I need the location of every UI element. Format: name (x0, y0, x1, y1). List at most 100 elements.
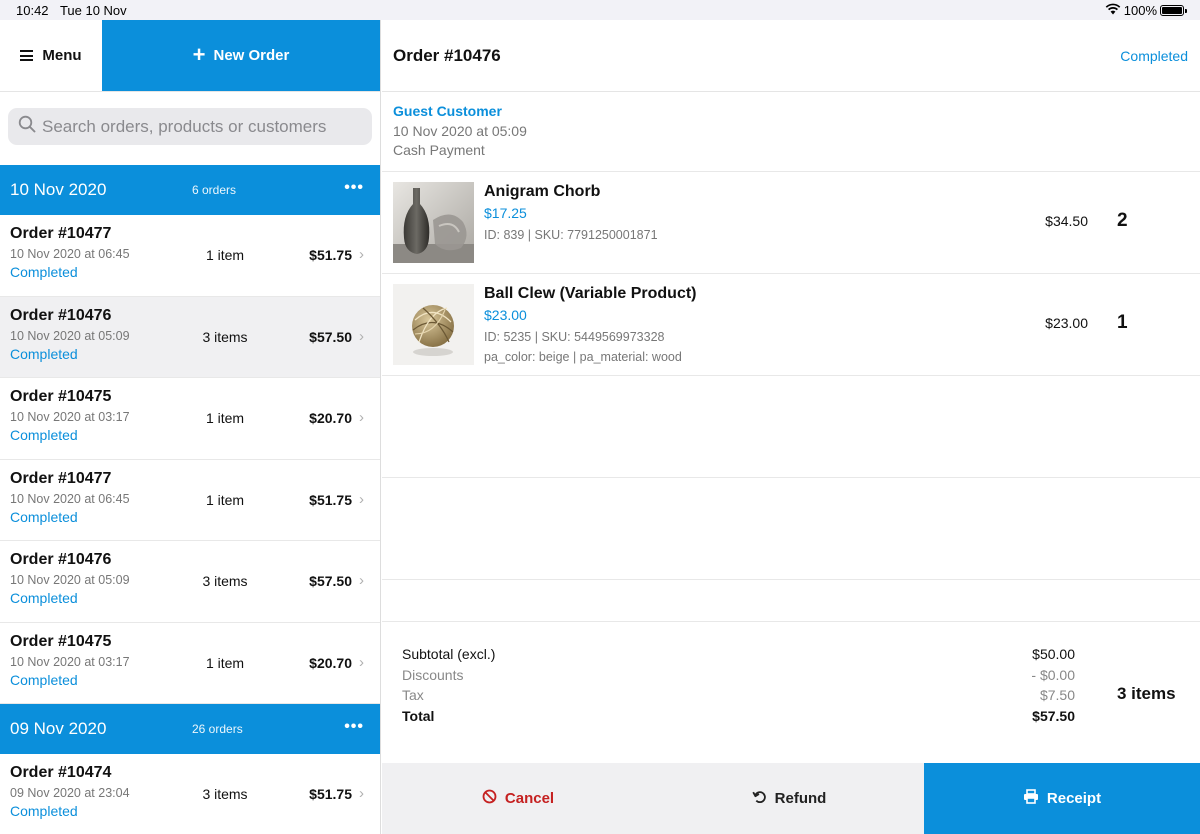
chevron-right-icon: › (359, 246, 364, 263)
order-status-link[interactable]: Completed (1120, 48, 1188, 64)
product-name: Ball Clew (Variable Product) (484, 285, 697, 302)
orders-sidebar: Menu + New Order 10 Nov 2020 6 orders ••… (0, 20, 381, 834)
chevron-right-icon: › (359, 653, 364, 671)
total-label: Total (402, 707, 435, 724)
date-group-header[interactable]: 10 Nov 2020 6 orders ••• (0, 165, 380, 215)
order-date: 10 Nov 2020 at 05:09 (393, 123, 527, 139)
refund-button[interactable]: Refund (654, 763, 924, 834)
order-item-count: 1 item (205, 247, 245, 263)
line-item[interactable]: Ball Clew (Variable Product) $23.00 ID: … (382, 274, 1200, 376)
search-bar[interactable] (8, 108, 372, 145)
new-order-button[interactable]: + New Order (102, 20, 380, 91)
menu-button[interactable]: Menu (0, 20, 102, 91)
search-icon (18, 115, 36, 138)
product-id-sku: ID: 5235 | SKU: 5449569973328 (484, 330, 665, 344)
order-list-item[interactable]: Order #10475 10 Nov 2020 at 03:17 Comple… (0, 378, 380, 460)
order-total: $57.50 (309, 328, 352, 345)
order-item-count: 3 items (202, 328, 248, 345)
order-status: Completed (10, 427, 78, 443)
date-group-header[interactable]: 09 Nov 2020 26 orders ••• (0, 704, 380, 754)
more-options-icon[interactable]: ••• (344, 179, 364, 197)
search-input[interactable] (42, 116, 362, 137)
order-item-count: 3 items (202, 786, 248, 802)
order-total: $57.50 (309, 573, 352, 589)
order-list-item[interactable]: Order #10475 10 Nov 2020 at 03:17 Comple… (0, 623, 380, 704)
cancel-button[interactable]: Cancel (382, 763, 654, 834)
order-item-count: 3 items (202, 573, 248, 589)
wifi-icon (1105, 3, 1121, 18)
printer-icon (1023, 789, 1039, 808)
order-list-item[interactable]: Order #10477 10 Nov 2020 at 06:45 Comple… (0, 460, 380, 541)
product-unit-price: $23.00 (484, 307, 527, 323)
order-status: Completed (10, 345, 78, 362)
receipt-label: Receipt (1046, 790, 1102, 807)
order-totals: Subtotal (excl.) $50.00 Discounts - $0.0… (382, 621, 1200, 763)
discounts-label: Discounts (402, 666, 464, 683)
sidebar-toolbar: Menu + New Order (0, 20, 380, 92)
order-total: $51.75 (309, 491, 352, 508)
order-number: Order #10476 (10, 551, 112, 568)
search-area (0, 92, 380, 165)
empty-row (382, 376, 1200, 478)
menu-label: Menu (42, 47, 82, 64)
order-list-item[interactable]: Order #10477 10 Nov 2020 at 06:45 Comple… (0, 215, 380, 297)
hamburger-icon (20, 50, 34, 61)
order-number: Order #10476 (10, 306, 112, 324)
product-image-vase (393, 182, 474, 263)
cancel-icon (482, 789, 497, 808)
product-unit-price: $17.25 (484, 205, 527, 221)
chevron-right-icon: › (359, 409, 364, 426)
order-title: Order #10476 (393, 45, 501, 65)
customer-info: Guest Customer 10 Nov 2020 at 05:09 Cash… (382, 92, 1200, 172)
order-list-item[interactable]: Order #10476 10 Nov 2020 at 05:09 Comple… (0, 541, 380, 623)
discounts-value: - $0.00 (1031, 666, 1075, 683)
line-total: $23.00 (1045, 315, 1088, 331)
chevron-right-icon: › (359, 785, 364, 802)
subtotal-value: $50.00 (1032, 646, 1075, 662)
tax-label: Tax (402, 687, 424, 703)
total-row: Total $57.50 (402, 706, 1075, 727)
product-name: Anigram Chorb (484, 183, 601, 200)
product-id-sku: ID: 839 | SKU: 7791250001871 (484, 228, 658, 242)
order-status: Completed (10, 264, 78, 280)
undo-icon (752, 789, 767, 808)
status-bar: 10:42 Tue 10 Nov 100% (0, 0, 1200, 20)
line-quantity: 1 (1117, 312, 1128, 333)
more-options-icon[interactable]: ••• (344, 718, 364, 736)
battery-icon (1160, 4, 1187, 16)
plus-icon: + (192, 41, 206, 67)
order-number: Order #10477 (10, 225, 112, 242)
total-item-count: 3 items (1117, 684, 1176, 703)
chevron-right-icon: › (359, 490, 364, 508)
discounts-row: Discounts - $0.00 (402, 665, 1075, 686)
cancel-label: Cancel (504, 790, 555, 807)
order-number: Order #10474 (10, 764, 112, 781)
line-item[interactable]: Anigram Chorb $17.25 ID: 839 | SKU: 7791… (382, 172, 1200, 274)
group-date: 10 Nov 2020 (10, 180, 107, 199)
group-date: 09 Nov 2020 (10, 719, 107, 738)
receipt-button[interactable]: Receipt (924, 763, 1200, 834)
order-list-item[interactable]: Order #10474 09 Nov 2020 at 23:04 Comple… (0, 754, 380, 834)
order-list-item-selected[interactable]: Order #10476 10 Nov 2020 at 05:09 Comple… (0, 296, 380, 378)
product-image-ball (393, 284, 474, 365)
chevron-right-icon: › (359, 327, 364, 345)
order-number: Order #10475 (10, 388, 112, 405)
order-detail: Order #10476 Completed Guest Customer 10… (382, 20, 1200, 834)
order-status: Completed (10, 803, 78, 819)
status-time: 10:42 (16, 2, 49, 18)
line-quantity: 2 (1117, 210, 1128, 231)
customer-name[interactable]: Guest Customer (393, 103, 1189, 119)
line-total: $34.50 (1045, 213, 1088, 229)
order-total: $20.70 (309, 410, 352, 426)
order-total: $51.75 (309, 786, 352, 802)
total-value: $57.50 (1032, 707, 1075, 724)
order-item-count: 1 item (205, 654, 245, 671)
order-total: $20.70 (309, 654, 352, 671)
product-attributes: pa_color: beige | pa_material: wood (484, 350, 682, 364)
subtotal-row: Subtotal (excl.) $50.00 (402, 644, 1075, 665)
chevron-right-icon: › (359, 572, 364, 589)
new-order-label: New Order (213, 47, 290, 64)
order-item-count: 1 item (205, 410, 245, 426)
order-status: Completed (10, 671, 78, 688)
tax-row: Tax $7.50 (402, 685, 1075, 706)
